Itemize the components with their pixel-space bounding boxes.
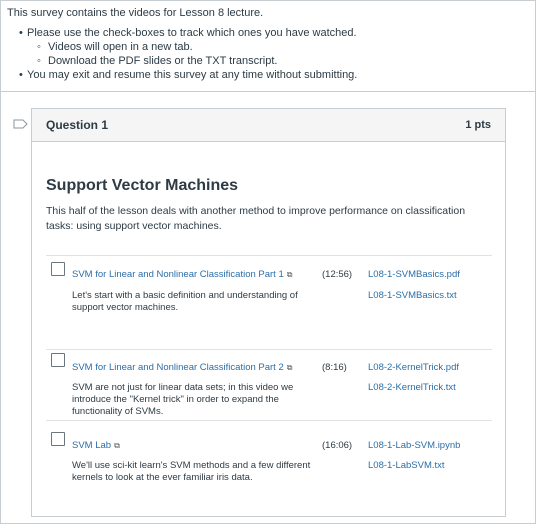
row-divider xyxy=(46,349,492,350)
row-divider xyxy=(46,255,492,256)
question-card: Question 1 1 pts Support Vector Machines… xyxy=(31,108,506,517)
instruction-subitem: Videos will open in a new tab. xyxy=(37,40,532,54)
transcript-link[interactable]: L08-1-LabSVM.txt xyxy=(368,460,445,471)
intro-text: This survey contains the videos for Less… xyxy=(7,7,264,19)
instruction-item: You may exit and resume this survey at a… xyxy=(19,68,532,82)
video-link[interactable]: SVM Lab ⧉ xyxy=(72,440,120,451)
row-divider xyxy=(46,420,492,421)
video-description: Let's start with a basic definition and … xyxy=(72,290,298,313)
instruction-item: Please use the check-boxes to track whic… xyxy=(19,26,532,68)
section-divider xyxy=(1,91,536,92)
survey-frame: This survey contains the videos for Less… xyxy=(0,0,536,524)
question-body: Support Vector Machines This half of the… xyxy=(32,177,505,234)
external-link-icon: ⧉ xyxy=(114,441,120,450)
instruction-sublist: Videos will open in a new tab. Download … xyxy=(37,40,532,68)
transcript-link[interactable]: L08-1-SVMBasics.txt xyxy=(368,290,457,301)
watched-checkbox[interactable] xyxy=(51,262,65,276)
transcript-link[interactable]: L08-2-KernelTrick.txt xyxy=(368,382,456,393)
question-points: 1 pts xyxy=(465,119,491,131)
intro-section: This survey contains the videos for Less… xyxy=(7,6,532,82)
instruction-subitem: Download the PDF slides or the TXT trans… xyxy=(37,54,532,68)
notebook-link[interactable]: L08-1-Lab-SVM.ipynb xyxy=(368,440,460,451)
external-link-icon: ⧉ xyxy=(286,270,293,279)
pdf-link[interactable]: L08-2-KernelTrick.pdf xyxy=(368,362,459,373)
external-link-icon: ⧉ xyxy=(286,363,293,372)
watched-checkbox[interactable] xyxy=(51,432,65,446)
video-description: SVM are not just for linear data sets; i… xyxy=(72,382,294,417)
question-heading: Support Vector Machines xyxy=(46,177,239,194)
video-link[interactable]: SVM for Linear and Nonlinear Classificat… xyxy=(72,269,292,280)
video-duration: (8:16) xyxy=(322,362,347,373)
watched-checkbox[interactable] xyxy=(51,353,65,367)
instructions-list: Please use the check-boxes to track whic… xyxy=(19,26,532,82)
video-duration: (12:56) xyxy=(322,269,353,280)
question-description: This half of the lesson deals with anoth… xyxy=(46,205,466,232)
video-description: We'll use sci-kit learn's SVM methods an… xyxy=(72,460,311,483)
pdf-link[interactable]: L08-1-SVMBasics.pdf xyxy=(368,269,460,280)
flag-icon[interactable] xyxy=(13,119,28,129)
question-title: Question 1 xyxy=(46,118,109,132)
video-duration: (16:06) xyxy=(322,440,353,451)
video-link[interactable]: SVM for Linear and Nonlinear Classificat… xyxy=(72,362,292,373)
question-header: Question 1 1 pts xyxy=(32,109,505,142)
